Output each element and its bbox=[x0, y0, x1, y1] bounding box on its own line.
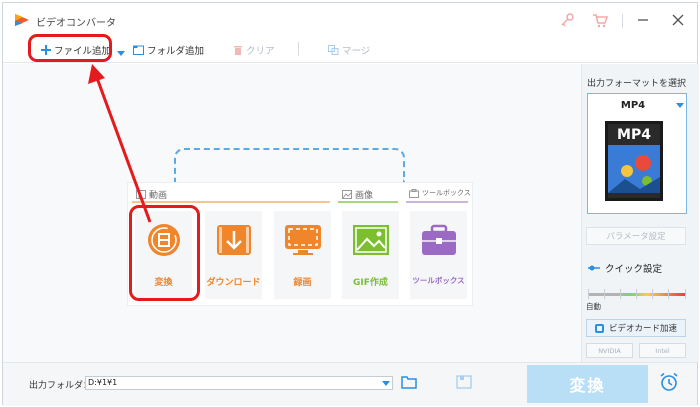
convert-button[interactable]: 変換 bbox=[527, 365, 648, 403]
chevron-down-icon[interactable] bbox=[382, 381, 390, 386]
clear-label: クリア bbox=[246, 46, 275, 57]
quality-slider-ticks bbox=[588, 289, 686, 299]
tile-record-label: 録画 bbox=[293, 278, 312, 288]
gif-maker-icon bbox=[353, 225, 389, 255]
output-folder-label: 出力フォルダ： bbox=[29, 381, 93, 391]
tile-record[interactable]: 録画 bbox=[274, 211, 331, 299]
tile-download-label: ダウンロード bbox=[206, 278, 261, 288]
section-toolbox-label: ツールボックス bbox=[422, 189, 471, 197]
format-selector[interactable]: MP4 MP4 bbox=[587, 93, 687, 214]
cart-icon[interactable] bbox=[592, 12, 608, 28]
chevron-down-icon bbox=[676, 103, 684, 108]
chevron-down-icon[interactable] bbox=[117, 45, 125, 63]
screen-record-icon bbox=[285, 225, 321, 255]
quick-settings-label: クイック設定 bbox=[605, 264, 663, 275]
section-image-label: 画像 bbox=[355, 191, 374, 201]
minimize-icon[interactable] bbox=[636, 13, 650, 27]
section-video: 動画 bbox=[136, 188, 167, 201]
close-icon[interactable] bbox=[671, 13, 685, 27]
annotation-highlight-add-file bbox=[28, 34, 112, 62]
slider-auto-label: 自動 bbox=[586, 302, 601, 311]
tile-gif-label: GIF作成 bbox=[353, 278, 388, 288]
film-icon bbox=[136, 190, 146, 199]
quick-settings: クイック設定 bbox=[588, 261, 662, 275]
nvidia-badge: NVIDIA bbox=[586, 343, 633, 358]
format-name: MP4 bbox=[620, 100, 646, 111]
tile-toolbox[interactable]: ツールボックス bbox=[410, 211, 467, 299]
folder-add-icon bbox=[133, 45, 144, 55]
convert-button-label: 変換 bbox=[569, 376, 606, 395]
app-logo-icon bbox=[15, 14, 29, 26]
output-folder-input[interactable]: D:¥1¥1 bbox=[85, 376, 393, 390]
add-folder-button[interactable]: フォルダ追加 bbox=[133, 41, 204, 59]
toolbox-small-icon bbox=[409, 188, 419, 198]
bottom-bar: 出力フォルダ： D:¥1¥1 変換 bbox=[3, 362, 697, 406]
section-video-label: 動画 bbox=[149, 191, 168, 201]
open-folder-icon[interactable] bbox=[401, 375, 417, 389]
toolbar-separator bbox=[298, 42, 299, 56]
section-video-line bbox=[132, 201, 330, 203]
intel-label: Intel bbox=[655, 346, 670, 355]
main-area[interactable]: 動画 画像 ツールボックス 変換 ダウンロード 録画 GIF作成 ツールボックス bbox=[3, 64, 581, 362]
gpu-acceleration-label: ビデオカード加速 bbox=[608, 324, 677, 334]
tile-download[interactable]: ダウンロード bbox=[205, 211, 262, 299]
section-image: 画像 bbox=[342, 188, 373, 201]
app-title: ビデオコンバータ bbox=[36, 18, 116, 29]
output-location-icon[interactable] bbox=[456, 375, 472, 389]
parameter-settings-button[interactable]: パラメータ設定 bbox=[586, 227, 686, 245]
nvidia-label: NVIDIA bbox=[598, 346, 621, 355]
format-title: 出力フォーマットを選択 bbox=[587, 79, 687, 89]
toolbox-icon bbox=[422, 224, 456, 255]
gpu-acceleration-button[interactable]: ビデオカード加速 bbox=[586, 319, 686, 337]
titlebar-separator bbox=[622, 14, 623, 28]
output-settings-panel: 出力フォーマットを選択 MP4 MP4 パラメータ設定 クイック設定 自動 ビデ… bbox=[581, 64, 699, 362]
image-icon bbox=[342, 190, 352, 199]
alarm-clock-icon[interactable] bbox=[659, 372, 679, 392]
intel-badge: Intel bbox=[639, 343, 686, 358]
tile-toolbox-label: ツールボックス bbox=[412, 276, 465, 285]
clear-button[interactable]: クリア bbox=[233, 41, 275, 59]
section-toolbox-line bbox=[406, 201, 468, 203]
section-image-line bbox=[338, 201, 398, 203]
drop-zone-outline bbox=[174, 148, 405, 182]
slider-icon bbox=[588, 265, 600, 271]
merge-icon bbox=[328, 45, 339, 55]
merge-label: マージ bbox=[342, 46, 371, 57]
key-icon[interactable] bbox=[559, 12, 575, 28]
section-toolbox: ツールボックス bbox=[409, 188, 471, 198]
tile-gif[interactable]: GIF作成 bbox=[342, 211, 399, 299]
download-icon bbox=[217, 225, 251, 255]
app-window: ビデオコンバータ ファイル追加 フォルダ追加 クリア マージ 動画 画像 ツール… bbox=[2, 2, 699, 406]
output-path-value: D:¥1¥1 bbox=[88, 378, 118, 387]
mp4-format-icon: MP4 bbox=[605, 121, 663, 201]
gpu-chip-icon bbox=[594, 323, 604, 333]
title-bar: ビデオコンバータ bbox=[3, 3, 697, 36]
parameter-settings-label: パラメータ設定 bbox=[606, 232, 666, 242]
add-folder-label: フォルダ追加 bbox=[147, 46, 205, 57]
mp4-image-text: MP4 bbox=[617, 127, 651, 143]
trash-icon bbox=[234, 46, 242, 55]
annotation-highlight-convert bbox=[129, 205, 200, 301]
merge-button[interactable]: マージ bbox=[328, 41, 370, 59]
